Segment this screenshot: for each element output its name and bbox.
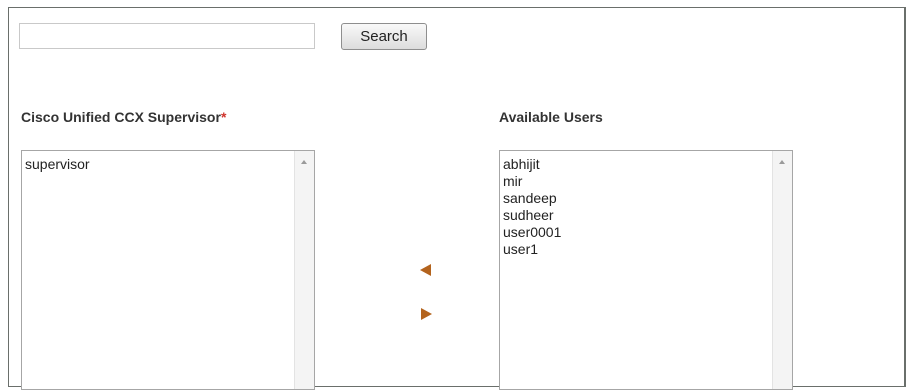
list-item[interactable]: supervisor (25, 156, 294, 173)
move-to-supervisor-button[interactable] (415, 260, 437, 282)
user-assignment-panel: Search Cisco Unified CCX Supervisor* Ava… (8, 7, 906, 390)
scroll-up-icon[interactable] (779, 160, 785, 164)
search-button[interactable]: Search (341, 23, 427, 50)
list-item[interactable]: sandeep (503, 190, 772, 207)
supervisor-list-label: Cisco Unified CCX Supervisor* (21, 109, 226, 125)
search-input[interactable] (19, 23, 315, 49)
supervisor-listbox[interactable]: supervisor (21, 150, 315, 390)
available-users-list-items: abhijit mir sandeep sudheer user0001 use… (500, 151, 772, 389)
scroll-up-icon[interactable] (301, 160, 307, 164)
list-item[interactable]: mir (503, 173, 772, 190)
available-users-label: Available Users (499, 109, 603, 125)
list-item[interactable]: user0001 (503, 224, 772, 241)
arrow-left-icon (420, 264, 431, 276)
available-users-listbox[interactable]: abhijit mir sandeep sudheer user0001 use… (499, 150, 793, 390)
arrow-right-icon (421, 308, 432, 320)
supervisor-list-label-text: Cisco Unified CCX Supervisor (21, 109, 221, 125)
required-marker: * (220, 109, 227, 125)
supervisor-list-scrollbar[interactable] (294, 151, 314, 389)
list-item[interactable]: abhijit (503, 156, 772, 173)
available-users-scrollbar[interactable] (772, 151, 792, 389)
move-to-available-button[interactable] (415, 304, 437, 326)
list-item[interactable]: sudheer (503, 207, 772, 224)
list-item[interactable]: user1 (503, 241, 772, 258)
supervisor-list-items: supervisor (22, 151, 294, 389)
